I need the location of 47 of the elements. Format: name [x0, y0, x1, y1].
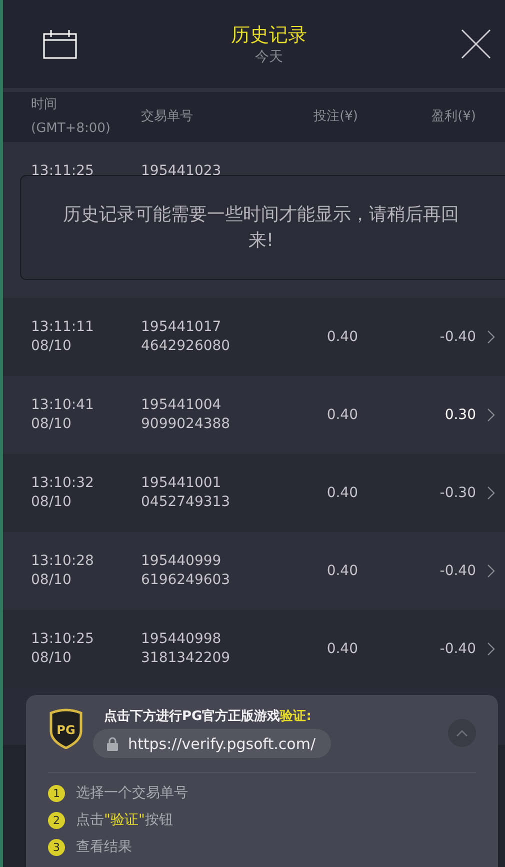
time-cell-text: 13:10:41 08/10	[31, 396, 95, 434]
profit-cell-text: -0.40	[438, 562, 476, 580]
lock-icon	[107, 736, 118, 750]
step-number: 1	[48, 784, 65, 802]
time-cell-text: 13:10:32 08/10	[31, 474, 95, 512]
profit-cell-text: -0.30	[438, 484, 476, 502]
profit-cell-text: 0.30	[444, 406, 476, 424]
shield-badge-icon: PG	[48, 707, 84, 749]
bet-cell-text: 0.40	[326, 562, 358, 580]
step-text: 点击"验证"按钮	[76, 811, 173, 829]
order-id-cell-text: 195441023	[141, 162, 222, 181]
column-header: 盈利(¥)	[430, 108, 476, 126]
bet-cell-text: 0.40	[326, 406, 358, 424]
step-text: 选择一个交易单号	[76, 784, 188, 802]
profit-cell-text: -0.40	[438, 328, 476, 346]
time-cell-text: 13:11:25	[31, 162, 95, 181]
time-cell-text: 13:11:11 08/10	[31, 318, 95, 356]
date-filter: 今天	[255, 48, 283, 66]
verify-link[interactable]: https://verify.pgsoft.com/	[93, 729, 331, 758]
order-id-cell-text: 195440998 3181342209	[141, 630, 232, 668]
chevron-right-icon[interactable]	[486, 564, 494, 578]
chevron-right-icon[interactable]	[486, 330, 494, 344]
order-id-cell-text: 195440999 6196249603	[141, 552, 232, 590]
column-header: 交易单号	[141, 108, 194, 126]
chevron-right-icon[interactable]	[486, 408, 494, 422]
notice-message: 历史记录可能需要一些时间才能显示，请稍后再回来!	[62, 202, 460, 252]
close-icon[interactable]	[461, 29, 491, 59]
order-id-cell-text: 195441017 4642926080	[141, 318, 232, 356]
bet-cell-text: 0.40	[326, 640, 358, 658]
column-header: 投注(¥)	[312, 108, 358, 126]
chevron-right-icon[interactable]	[486, 486, 494, 500]
step-number: 3	[48, 838, 65, 856]
step-number: 2	[48, 812, 65, 828]
column-header: 时间 (GMT+8:00)	[31, 96, 112, 138]
calendar-icon[interactable]	[43, 30, 77, 58]
caret-up-icon	[456, 729, 468, 737]
page-title: 历史记录	[231, 23, 307, 48]
order-id-cell-text: 195441001 0452749313	[141, 474, 232, 512]
profit-cell-text: -0.40	[438, 640, 476, 658]
bet-cell-text: 0.40	[326, 328, 358, 346]
bet-cell-text: 0.40	[326, 484, 358, 502]
chevron-right-icon[interactable]	[486, 642, 494, 656]
time-cell-text: 13:10:28 08/10	[31, 552, 95, 590]
time-cell-text: 13:10:25 08/10	[31, 630, 95, 668]
verify-heading: 点击下方进行PG官方正版游戏验证:	[104, 708, 312, 725]
step-text: 查看结果	[76, 838, 132, 856]
order-id-cell-text: 195441004 9099024388	[141, 396, 232, 434]
